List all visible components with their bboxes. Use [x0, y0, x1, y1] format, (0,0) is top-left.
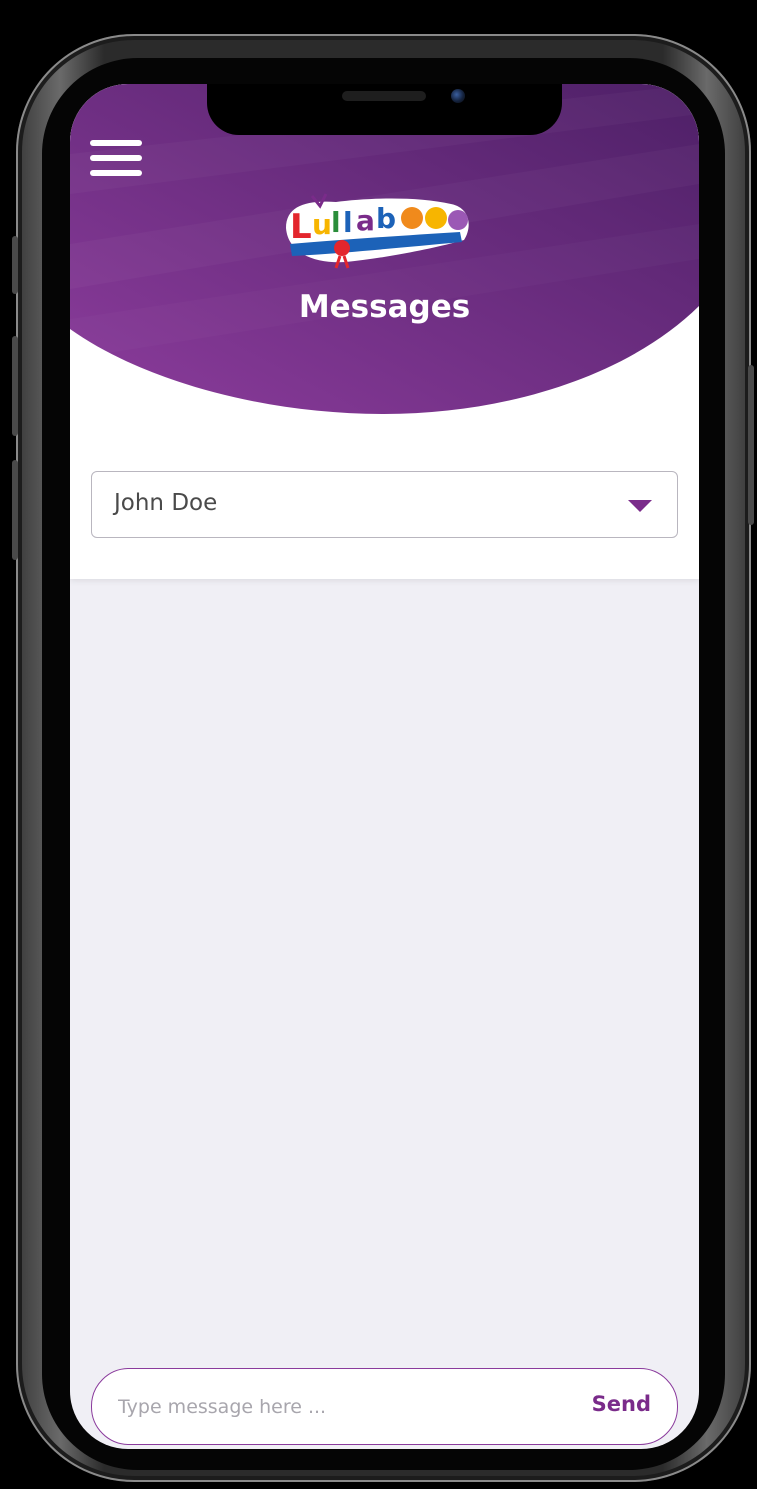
- svg-text:l: l: [331, 206, 341, 239]
- send-button[interactable]: Send: [592, 1392, 651, 1416]
- lullaboo-logo: L u l l a b: [286, 193, 469, 269]
- device-mockup: L u l l a b Messages John Doe Type messa…: [0, 0, 757, 1489]
- device-notch: [207, 84, 562, 135]
- svg-text:l: l: [343, 206, 353, 239]
- side-button: [12, 236, 18, 294]
- side-button: [12, 460, 18, 560]
- svg-text:u: u: [312, 208, 332, 241]
- page-title: Messages: [298, 289, 471, 325]
- recipient-select-value: John Doe: [114, 490, 218, 516]
- svg-text:a: a: [356, 204, 375, 237]
- side-button: [12, 336, 18, 436]
- message-list: [70, 579, 699, 1389]
- hamburger-menu-icon: [90, 140, 142, 146]
- front-camera: [451, 89, 465, 103]
- recipient-select[interactable]: John Doe: [91, 471, 678, 538]
- app-screen: L u l l a b Messages John Doe Type messa…: [70, 84, 699, 1449]
- svg-text:b: b: [376, 202, 396, 235]
- header-card: L u l l a b Messages John Doe: [70, 84, 699, 579]
- side-button: [748, 365, 754, 525]
- message-composer: Send: [91, 1368, 678, 1445]
- svg-text:L: L: [290, 207, 312, 247]
- message-input[interactable]: [116, 1389, 560, 1425]
- caret-down-icon: [628, 500, 652, 512]
- speaker-grille: [342, 91, 426, 101]
- menu-button[interactable]: [90, 140, 144, 176]
